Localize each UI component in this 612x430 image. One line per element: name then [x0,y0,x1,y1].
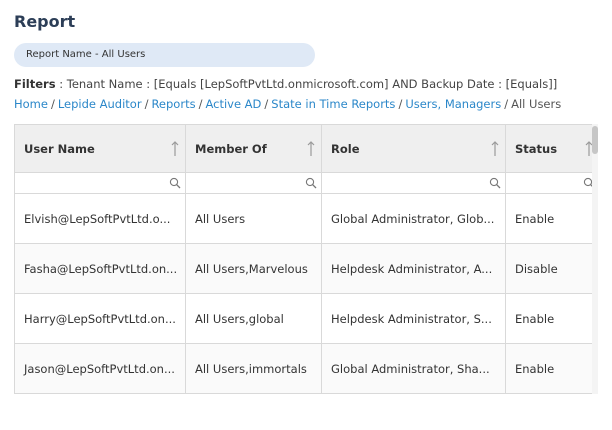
vertical-scrollbar[interactable] [592,124,598,394]
cell-role: Global Administrator, Glob... [322,194,506,244]
filter-cell-user-name [15,173,186,194]
column-header-label: Status [515,142,558,156]
breadcrumb-separator: / [198,97,203,111]
cell-role: Helpdesk Administrator, S... [322,294,506,344]
search-icon[interactable] [169,177,181,189]
sort-arrow-up-icon[interactable] [171,141,179,157]
breadcrumb-separator: / [504,97,509,111]
cell-user-name: Fasha@LepSoftPvtLtd.on... [15,244,186,294]
cell-status: Disable [515,262,558,276]
breadcrumb-users-managers[interactable]: Users, Managers [405,97,501,111]
breadcrumb-home[interactable]: Home [14,97,48,111]
filters-line: Filters : Tenant Name : [Equals [LepSoft… [14,77,557,91]
cell-member-of: All Users [186,194,322,244]
table-row[interactable]: Elvish@LepSoftPvtLtd.o... All Users Glob… [15,194,597,244]
breadcrumb-current: All Users [511,97,562,111]
report-grid: User Name Member Of Role Status Elvish@L… [14,124,598,394]
column-header-label: User Name [24,142,95,156]
cell-member-of: All Users,global [186,294,322,344]
cell-role: Global Administrator, Sha... [322,344,506,393]
filter-input-role[interactable] [322,173,505,193]
report-name-badge: Report Name - All Users [14,43,315,67]
cell-user-name: Harry@LepSoftPvtLtd.on... [15,294,186,344]
filter-input-member-of[interactable] [186,173,321,193]
table-row[interactable]: Jason@LepSoftPvtLtd.on... All Users,immo… [15,344,597,393]
search-icon[interactable] [305,177,317,189]
breadcrumb-separator: / [398,97,403,111]
sort-arrow-up-icon[interactable] [307,141,315,157]
breadcrumb-separator: / [50,97,55,111]
grid-header: User Name Member Of Role Status [15,125,597,173]
filters-text: : Tenant Name : [Equals [LepSoftPvtLtd.o… [55,77,558,91]
column-header-member-of[interactable]: Member Of [186,125,322,173]
filter-cell-role [322,173,506,194]
breadcrumb-lepide-auditor[interactable]: Lepide Auditor [58,97,142,111]
cell-user-name: Jason@LepSoftPvtLtd.on... [15,344,186,393]
cell-status: Enable [515,362,555,376]
cell-status: Enable [515,312,555,326]
breadcrumb: Home / Lepide Auditor / Reports / Active AD / St… [14,97,561,111]
cell-role: Helpdesk Administrator, A... [322,244,506,294]
table-row[interactable]: Harry@LepSoftPvtLtd.on... All Users,glob… [15,294,597,344]
breadcrumb-reports[interactable]: Reports [151,97,195,111]
scrollbar-thumb[interactable] [592,126,598,154]
cell-status: Enable [515,212,555,226]
filters-label: Filters [14,77,56,91]
column-header-role[interactable]: Role [322,125,506,173]
column-header-label: Role [331,142,360,156]
sort-arrow-up-icon[interactable] [491,141,499,157]
page-title: Report [14,12,76,31]
breadcrumb-separator: / [264,97,269,111]
cell-user-name: Elvish@LepSoftPvtLtd.o... [15,194,186,244]
cell-member-of: All Users,immortals [186,344,322,393]
breadcrumb-state-in-time-reports[interactable]: State in Time Reports [271,97,395,111]
breadcrumb-active-ad[interactable]: Active AD [205,97,261,111]
breadcrumb-separator: / [144,97,149,111]
cell-member-of: All Users,Marvelous [186,244,322,294]
filter-input-user-name[interactable] [15,173,185,193]
search-icon[interactable] [489,177,501,189]
column-header-label: Member Of [195,142,267,156]
filter-cell-member-of [186,173,322,194]
column-header-status[interactable]: Status [506,125,597,173]
filter-row [15,173,597,194]
filter-cell-status [506,173,597,194]
column-header-user-name[interactable]: User Name [15,125,186,173]
table-row[interactable]: Fasha@LepSoftPvtLtd.on... All Users,Marv… [15,244,597,294]
